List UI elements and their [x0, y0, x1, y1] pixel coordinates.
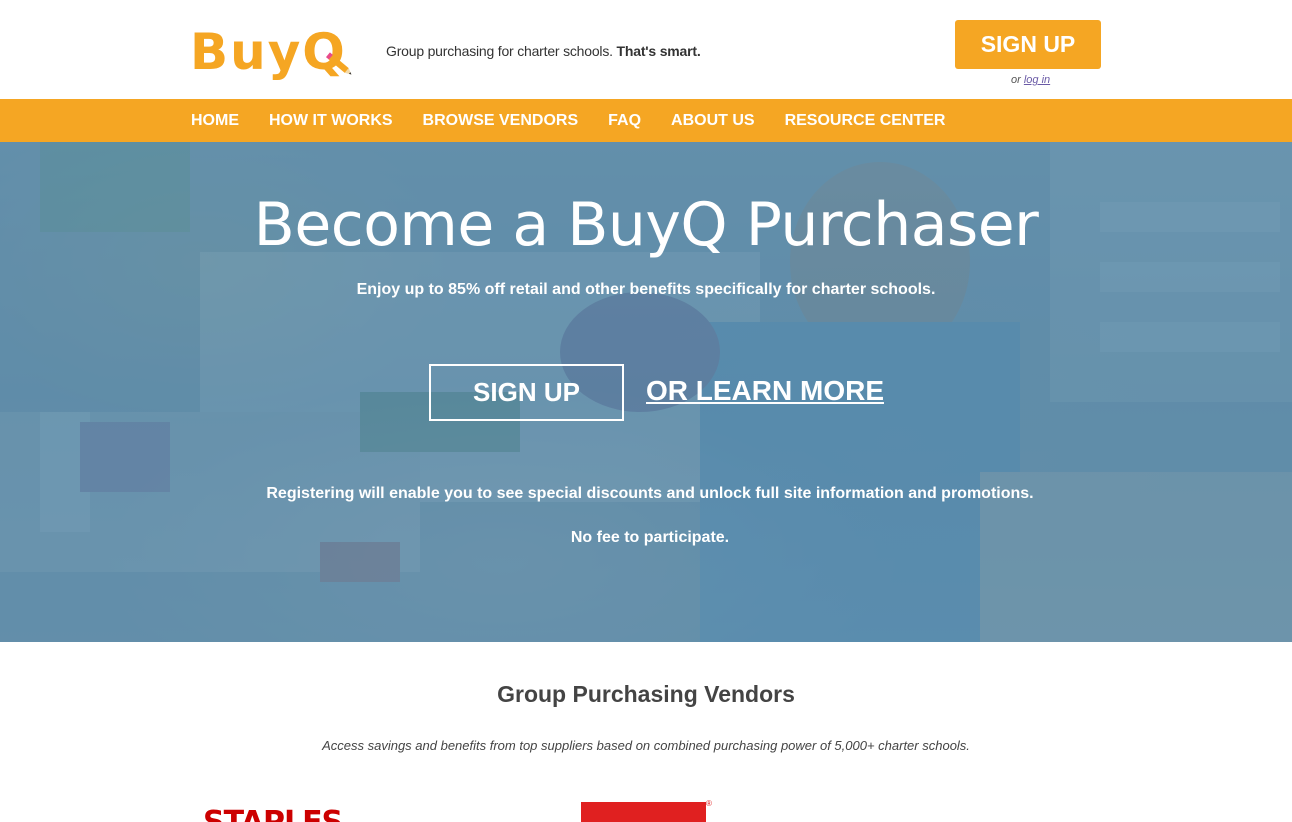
registered-mark: ® — [706, 799, 712, 808]
tagline: Group purchasing for charter schools. Th… — [386, 43, 701, 59]
hero-signup-button[interactable]: SIGN UP — [429, 364, 624, 421]
staples-logo[interactable]: STAPLES — [203, 805, 343, 822]
learn-more-link[interactable]: OR LEARN MORE — [646, 375, 884, 407]
login-link[interactable]: log in — [1024, 74, 1050, 86]
header-signup-button[interactable]: SIGN UP — [955, 20, 1101, 69]
vendors-subtitle: Access savings and benefits from top sup… — [322, 738, 970, 753]
vendors-title: Group Purchasing Vendors — [497, 681, 795, 707]
register-note: Registering will enable you to see speci… — [266, 485, 1034, 502]
nav-item-resource-center[interactable]: RESOURCE CENTER — [785, 112, 946, 130]
nav-list: HOME HOW IT WORKS BROWSE VENDORS FAQ ABO… — [191, 99, 975, 142]
site-header: BuyQ Group purchasing for charter school… — [0, 0, 1292, 99]
header-login: or log in — [1011, 74, 1050, 86]
nav-item-how-it-works[interactable]: HOW IT WORKS — [269, 112, 393, 130]
hero-subtitle: Enjoy up to 85% off retail and other ben… — [356, 281, 936, 298]
nav-item-home[interactable]: HOME — [191, 112, 239, 130]
tagline-bold: That's smart. — [616, 43, 701, 59]
nav-item-about-us[interactable]: ABOUT US — [671, 112, 755, 130]
nav-item-browse-vendors[interactable]: BROWSE VENDORS — [423, 112, 579, 130]
login-prefix: or — [1011, 74, 1024, 86]
hero-title: Become a BuyQ Purchaser — [253, 190, 1039, 260]
fee-note: No fee to participate. — [570, 529, 730, 546]
main-nav: HOME HOW IT WORKS BROWSE VENDORS FAQ ABO… — [0, 99, 1292, 142]
pencil-icon — [325, 52, 352, 75]
vendor-logo[interactable] — [581, 802, 706, 822]
hero-section: Become a BuyQ Purchaser Enjoy up to 85% … — [0, 142, 1292, 642]
tagline-regular: Group purchasing for charter schools. — [386, 43, 617, 59]
nav-item-faq[interactable]: FAQ — [608, 112, 641, 130]
